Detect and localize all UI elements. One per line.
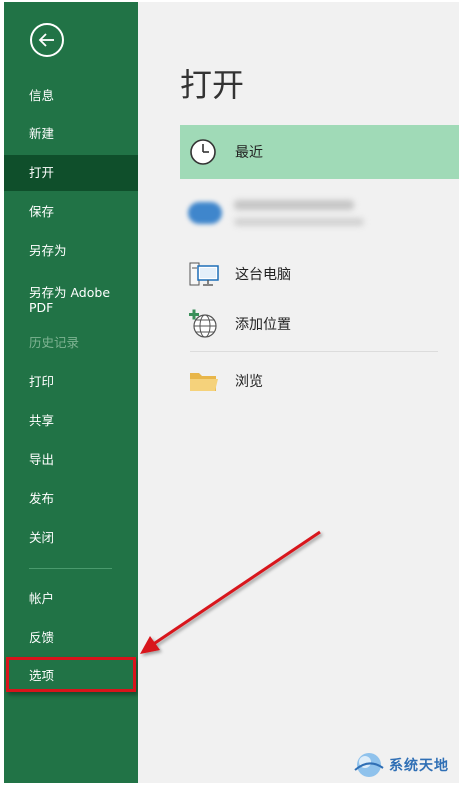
page-title: 打开 (180, 66, 245, 104)
nav-item-new[interactable]: 新建 (4, 116, 138, 152)
computer-icon (189, 262, 219, 286)
place-this-pc[interactable]: 这台电脑 (180, 247, 459, 301)
nav-item-save[interactable]: 保存 (4, 194, 138, 230)
add-location-icon (189, 309, 217, 338)
nav-item-save-as-adobe-pdf[interactable]: 另存为 Adobe PDF (4, 282, 138, 318)
back-button[interactable] (30, 23, 64, 57)
blurred-account-email (234, 218, 364, 226)
nav-item-print[interactable]: 打印 (4, 364, 138, 400)
watermark-text: 系统天地 (389, 758, 449, 774)
place-add-location[interactable]: 添加位置 (180, 297, 459, 351)
blurred-account-name (234, 200, 354, 210)
nav-divider (29, 568, 112, 569)
nav-item-publish[interactable]: 发布 (4, 481, 138, 517)
nav-item-open[interactable]: 打开 (4, 155, 138, 191)
nav-item-history: 历史记录 (29, 335, 80, 350)
place-label: 添加位置 (235, 317, 291, 333)
clock-icon (190, 139, 216, 165)
nav-item-info[interactable]: 信息 (4, 78, 138, 114)
watermark-logo: 系统天地 (352, 750, 456, 782)
nav-item-export[interactable]: 导出 (4, 442, 138, 478)
nav-item-close[interactable]: 关闭 (4, 520, 138, 556)
place-recent[interactable]: 最近 (180, 125, 459, 179)
annotation-highlight-box (6, 657, 136, 692)
place-label: 最近 (235, 145, 263, 161)
places-divider (190, 351, 438, 352)
place-label: 这台电脑 (235, 267, 291, 283)
backstage-sidebar: 信息 新建 打开 保存 另存为 另存为 Adobe PDF 历史记录 打印 共享… (4, 2, 138, 783)
back-arrow-icon (38, 33, 54, 47)
watermark-globe-icon (354, 753, 384, 777)
nav-item-save-as[interactable]: 另存为 (4, 233, 138, 269)
open-panel: 打开 最近 这台电脑 添加位置 浏览 (138, 2, 459, 783)
nav-item-share[interactable]: 共享 (4, 403, 138, 439)
nav-item-feedback[interactable]: 反馈 (4, 620, 138, 656)
place-label: 浏览 (235, 374, 263, 390)
place-browse[interactable]: 浏览 (180, 354, 459, 408)
folder-icon (190, 373, 218, 391)
nav-item-account[interactable]: 帐户 (4, 581, 138, 617)
onedrive-account-blurred[interactable] (186, 192, 446, 240)
cloud-icon (188, 202, 222, 224)
